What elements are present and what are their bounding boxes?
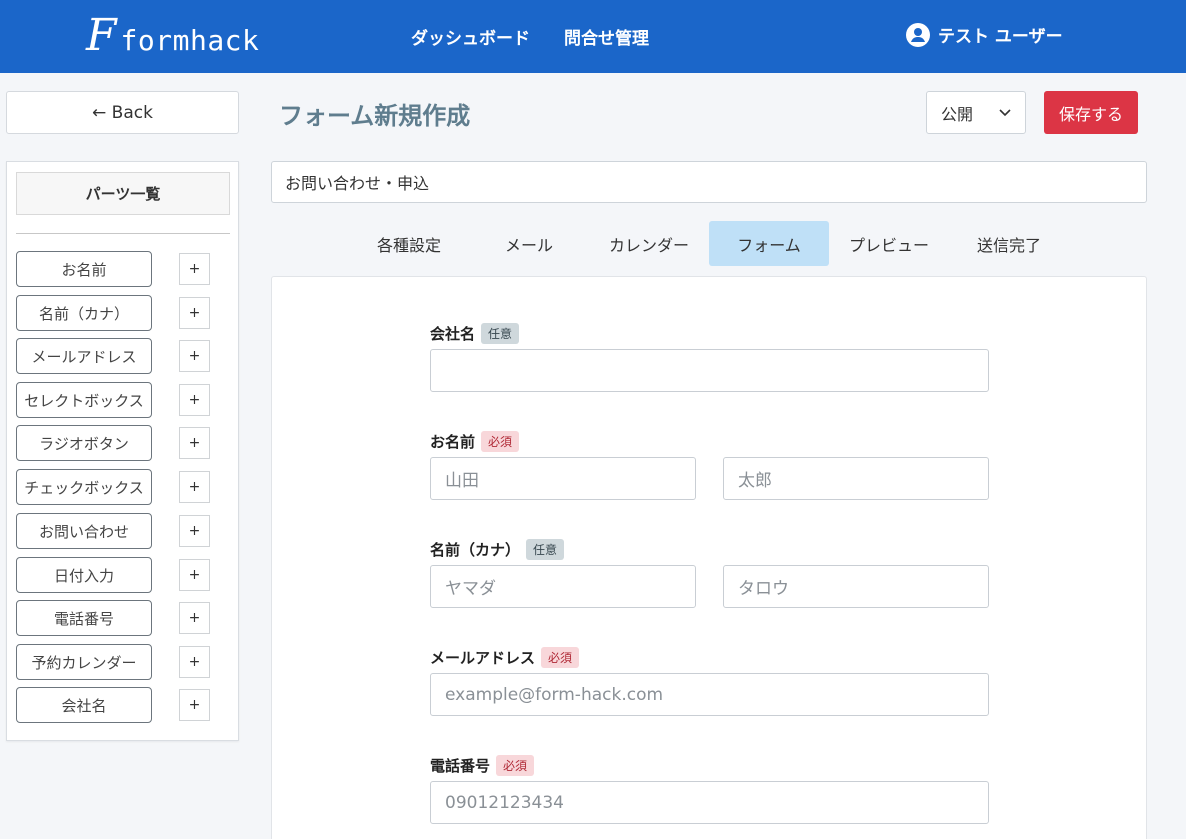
- tab-calendar[interactable]: カレンダー: [589, 221, 709, 266]
- part-item-phone: 電話番号 +: [16, 600, 210, 636]
- part-button-date[interactable]: 日付入力: [16, 557, 152, 593]
- part-item-reservation-calendar: 予約カレンダー +: [16, 644, 210, 680]
- field-label-text: メールアドレス: [430, 649, 536, 667]
- first-name-input[interactable]: 太郎: [723, 457, 989, 500]
- form-name-input[interactable]: お問い合わせ・申込: [271, 161, 1147, 203]
- add-part-button[interactable]: +: [179, 471, 210, 503]
- part-item-inquiry: お問い合わせ +: [16, 513, 210, 549]
- add-part-button[interactable]: +: [179, 646, 210, 678]
- part-item-checkbox: チェックボックス +: [16, 469, 210, 505]
- formhack-logo[interactable]: F formhack: [86, 12, 259, 60]
- part-button-checkbox[interactable]: チェックボックス: [16, 469, 152, 505]
- part-button-inquiry[interactable]: お問い合わせ: [16, 513, 152, 549]
- part-button-phone[interactable]: 電話番号: [16, 600, 152, 636]
- part-item-company: 会社名 +: [16, 687, 210, 723]
- part-button-company[interactable]: 会社名: [16, 687, 152, 723]
- field-label-phone: 電話番号 必須: [430, 755, 535, 776]
- last-name-kana-input[interactable]: ヤマダ: [430, 565, 696, 608]
- part-item-radio-button: ラジオボタン +: [16, 425, 210, 461]
- tab-form[interactable]: フォーム: [709, 221, 829, 266]
- save-button[interactable]: 保存する: [1044, 91, 1138, 134]
- nav-inquiry-management[interactable]: 問合せ管理: [564, 24, 649, 49]
- parts-sidebar: パーツ一覧 お名前 + 名前（カナ） + メールアドレス + セレクトボックス …: [6, 161, 239, 741]
- last-name-input[interactable]: 山田: [430, 457, 696, 500]
- logo-mark: F: [86, 10, 117, 61]
- field-label-email: メールアドレス 必須: [430, 647, 580, 668]
- tab-preview[interactable]: プレビュー: [829, 221, 949, 266]
- part-button-reservation-calendar[interactable]: 予約カレンダー: [16, 644, 152, 680]
- optional-badge: 任意: [481, 323, 520, 344]
- publish-status-select[interactable]: 公開: [926, 91, 1026, 134]
- tab-submission-complete[interactable]: 送信完了: [949, 221, 1069, 266]
- add-part-button[interactable]: +: [179, 427, 210, 459]
- part-item-name-kana: 名前（カナ） +: [16, 295, 210, 331]
- part-button-email[interactable]: メールアドレス: [16, 338, 152, 374]
- field-label-text: 電話番号: [430, 757, 491, 775]
- phone-input[interactable]: 09012123434: [430, 781, 989, 824]
- part-button-select-box[interactable]: セレクトボックス: [16, 382, 152, 418]
- back-button[interactable]: ← Back: [6, 91, 239, 134]
- part-item-name: お名前 +: [16, 251, 210, 287]
- add-part-button[interactable]: +: [179, 602, 210, 634]
- nav-dashboard[interactable]: ダッシュボード: [411, 24, 530, 49]
- add-part-button[interactable]: +: [179, 340, 210, 372]
- field-label-text: お名前: [430, 433, 476, 451]
- tab-mail[interactable]: メール: [469, 221, 589, 266]
- part-button-name-kana[interactable]: 名前（カナ）: [16, 295, 152, 331]
- required-badge: 必須: [496, 755, 535, 776]
- add-part-button[interactable]: +: [179, 515, 210, 547]
- form-preview-panel: 会社名 任意 お名前 必須 山田 太郎 名前（カナ） 任意 ヤマダ タロウ メー…: [271, 276, 1147, 839]
- field-label-name-kana: 名前（カナ） 任意: [430, 539, 565, 560]
- part-item-email: メールアドレス +: [16, 338, 210, 374]
- required-badge: 必須: [541, 647, 580, 668]
- part-item-date: 日付入力 +: [16, 557, 210, 593]
- publish-status-value: 公開: [941, 104, 974, 124]
- user-name: テスト ユーザー: [938, 27, 1063, 47]
- add-part-button[interactable]: +: [179, 297, 210, 329]
- field-label-company: 会社名 任意: [430, 323, 520, 344]
- add-part-button[interactable]: +: [179, 253, 210, 285]
- field-label-text: 名前（カナ）: [430, 541, 521, 559]
- tab-settings[interactable]: 各種設定: [349, 221, 469, 266]
- logo-text: formhack: [120, 24, 260, 57]
- part-button-name[interactable]: お名前: [16, 251, 152, 287]
- company-input[interactable]: [430, 349, 989, 392]
- user-menu[interactable]: テスト ユーザー: [906, 22, 1063, 47]
- sidebar-divider: [16, 233, 230, 234]
- top-navbar: F formhack ダッシュボード 問合せ管理 テスト ユーザー: [0, 0, 1186, 73]
- chevron-down-icon: [999, 108, 1011, 116]
- required-badge: 必須: [481, 431, 520, 452]
- field-label-text: 会社名: [430, 325, 476, 343]
- add-part-button[interactable]: +: [179, 689, 210, 721]
- add-part-button[interactable]: +: [179, 384, 210, 416]
- user-circle-icon: [906, 22, 930, 47]
- page-title: フォーム新規作成: [279, 102, 471, 130]
- add-part-button[interactable]: +: [179, 559, 210, 591]
- parts-list-title: パーツ一覧: [16, 172, 230, 215]
- optional-badge: 任意: [526, 539, 565, 560]
- first-name-kana-input[interactable]: タロウ: [723, 565, 989, 608]
- part-item-select-box: セレクトボックス +: [16, 382, 210, 418]
- part-button-radio-button[interactable]: ラジオボタン: [16, 425, 152, 461]
- field-label-name: お名前 必須: [430, 431, 520, 452]
- email-input[interactable]: example@form-hack.com: [430, 673, 989, 716]
